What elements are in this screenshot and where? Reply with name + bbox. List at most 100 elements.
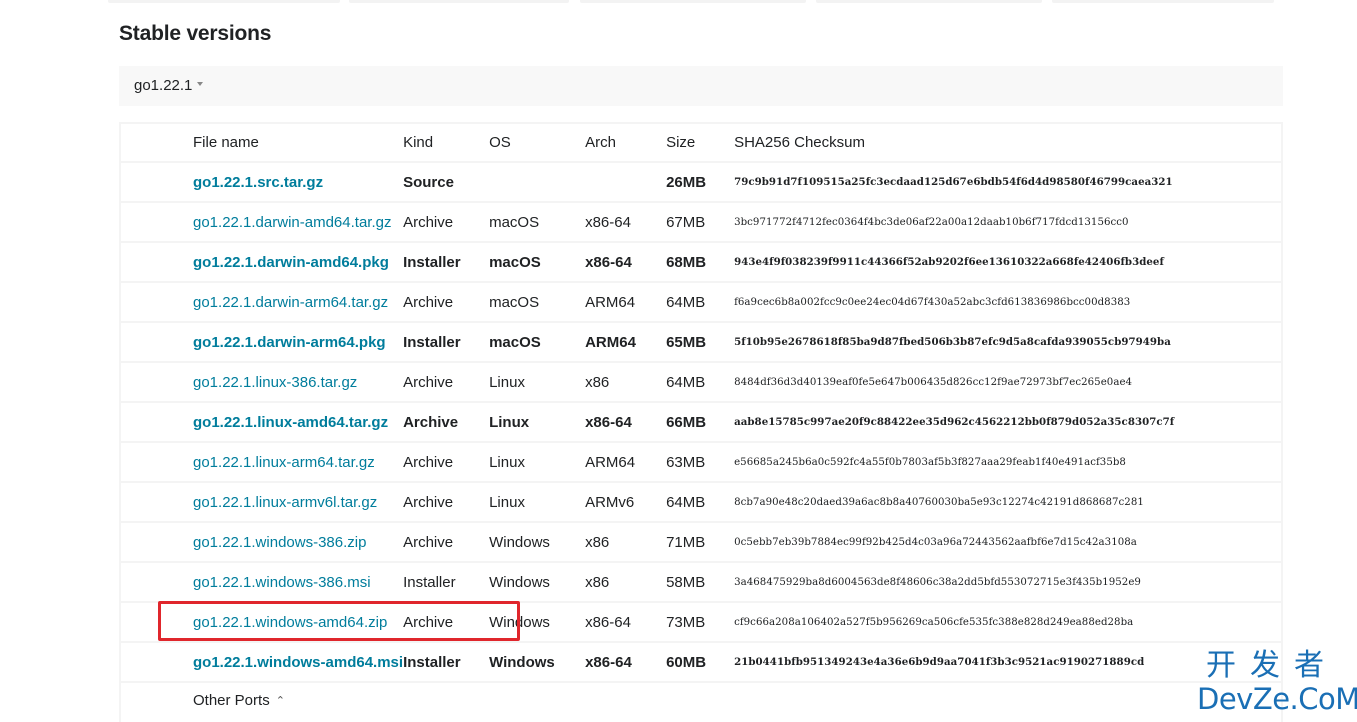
size-cell: 58MB [666, 562, 735, 603]
file-name-cell: go1.22.1.src.tar.gz [121, 162, 404, 203]
table-row: go1.22.1.linux-amd64.tar.gz Archive Linux x… [121, 402, 1281, 443]
arch-cell: x86-64 [585, 402, 667, 443]
file-download-link[interactable]: go1.22.1.windows-amd64.zip [193, 614, 387, 631]
sha256-cell: 8cb7a90e48c20daed39a6ac8b8a40760030ba5e9… [734, 482, 1281, 523]
version-dropdown[interactable]: go1.22.1 [134, 77, 204, 94]
sha256-cell: 3bc971772f4712fec0364f4bc3de06af22a00a12… [734, 202, 1281, 243]
size-cell: 71MB [666, 522, 735, 563]
size-cell: 63MB [666, 442, 735, 483]
arch-cell: x86-64 [585, 242, 667, 283]
arch-cell: x86 [585, 562, 667, 603]
file-download-link[interactable]: go1.22.1.linux-armv6l.tar.gz [193, 494, 377, 511]
table-header-row: File name Kind OS Arch Size SHA256 Check… [121, 124, 1281, 163]
kind-cell: Installer [403, 322, 490, 363]
os-cell: Linux [489, 362, 586, 403]
sha256-cell: 79c9b91d7f109515a25fc3ecdaad125d67e6bdb5… [734, 162, 1281, 203]
size-cell: 64MB [666, 482, 735, 523]
sha256-cell: 8484df36d3d40139eaf0fe5e647b006435d826cc… [734, 362, 1281, 403]
table-row: go1.22.1.linux-arm64.tar.gz Archive Linux A… [121, 442, 1281, 483]
os-cell: macOS [489, 202, 586, 243]
file-download-link[interactable]: go1.22.1.windows-386.zip [193, 534, 366, 551]
file-download-link[interactable]: go1.22.1.darwin-arm64.pkg [193, 334, 386, 351]
file-download-link[interactable]: go1.22.1.windows-386.msi [193, 574, 371, 591]
table-row: go1.22.1.darwin-amd64.tar.gz Archive macOS… [121, 202, 1281, 243]
file-name-cell: go1.22.1.darwin-amd64.pkg [121, 242, 404, 283]
downloads-table-container: File name Kind OS Arch Size SHA256 Check… [119, 122, 1283, 722]
os-cell: Linux [489, 442, 586, 483]
header-kind: Kind [403, 124, 490, 163]
kind-cell: Archive [403, 282, 490, 323]
arch-cell [585, 162, 667, 203]
size-cell: 68MB [666, 242, 735, 283]
size-cell: 60MB [666, 642, 735, 683]
other-ports-label: Other Ports [193, 692, 270, 709]
top-tab-strip [0, 0, 1357, 4]
arch-cell: ARM64 [585, 442, 667, 483]
file-download-link[interactable]: go1.22.1.src.tar.gz [193, 174, 323, 191]
sha256-cell: 21b0441bfb951349243e4a36e6b9d9aa7041f3b3… [734, 642, 1281, 683]
table-row: go1.22.1.darwin-amd64.pkg Installer macOS x… [121, 242, 1281, 283]
size-cell: 64MB [666, 282, 735, 323]
kind-cell: Archive [403, 442, 490, 483]
os-cell: Linux [489, 482, 586, 523]
file-name-cell: go1.22.1.linux-arm64.tar.gz [121, 442, 404, 483]
table-row: go1.22.1.windows-386.zip Archive Windows x8… [121, 522, 1281, 563]
top-tab[interactable] [816, 0, 1042, 3]
arch-cell: ARM64 [585, 282, 667, 323]
os-cell: macOS [489, 282, 586, 323]
file-download-link[interactable]: go1.22.1.linux-386.tar.gz [193, 374, 357, 391]
sha256-cell: aab8e15785c997ae20f9c88422ee35d962c45622… [734, 402, 1281, 443]
file-download-link[interactable]: go1.22.1.windows-amd64.msi [193, 654, 403, 671]
file-name-cell: go1.22.1.linux-armv6l.tar.gz [121, 482, 404, 523]
file-name-cell: go1.22.1.darwin-amd64.tar.gz [121, 202, 404, 243]
table-row: go1.22.1.windows-386.msi Installer Windows… [121, 562, 1281, 603]
table-row: go1.22.1.darwin-arm64.pkg Installer macOS A… [121, 322, 1281, 363]
sha256-cell: cf9c66a208a106402a527f5b956269ca506cfe53… [734, 602, 1281, 643]
header-arch: Arch [585, 124, 667, 163]
file-name-cell: go1.22.1.windows-386.zip [121, 522, 404, 563]
arch-cell: x86-64 [585, 642, 667, 683]
kind-cell: Installer [403, 562, 490, 603]
table-row: go1.22.1.linux-386.tar.gz Archive Linux x86… [121, 362, 1281, 403]
os-cell: macOS [489, 322, 586, 363]
os-cell [489, 162, 586, 203]
arch-cell: ARM64 [585, 322, 667, 363]
kind-cell: Installer [403, 642, 490, 683]
top-tab[interactable] [1052, 0, 1274, 3]
sha256-cell: f6a9cec6b8a002fcc9c0ee24ec04d67f430a52ab… [734, 282, 1281, 323]
kind-cell: Installer [403, 242, 490, 283]
header-file-name: File name [121, 124, 404, 163]
os-cell: macOS [489, 242, 586, 283]
sha256-cell: e56685a245b6a0c592fc4a55f0b7803af5b3f827… [734, 442, 1281, 483]
arch-cell: x86-64 [585, 602, 667, 643]
kind-cell: Archive [403, 482, 490, 523]
top-tab[interactable] [349, 0, 569, 3]
sha256-cell: 5f10b95e2678618f85ba9d87fbed506b3b87efc9… [734, 322, 1281, 363]
arch-cell: x86 [585, 362, 667, 403]
os-cell: Windows [489, 562, 586, 603]
arch-cell: ARMv6 [585, 482, 667, 523]
file-download-link[interactable]: go1.22.1.darwin-amd64.pkg [193, 254, 389, 271]
file-download-link[interactable]: go1.22.1.linux-amd64.tar.gz [193, 414, 388, 431]
file-download-link[interactable]: go1.22.1.darwin-amd64.tar.gz [193, 214, 391, 231]
top-tab[interactable] [580, 0, 806, 3]
arch-cell: x86 [585, 522, 667, 563]
top-tab[interactable] [108, 0, 340, 3]
kind-cell: Archive [403, 202, 490, 243]
file-name-cell: go1.22.1.windows-amd64.msi [121, 642, 404, 683]
kind-cell: Archive [403, 402, 490, 443]
version-dropdown-value: go1.22.1 [134, 77, 193, 94]
file-download-link[interactable]: go1.22.1.darwin-arm64.tar.gz [193, 294, 388, 311]
sha256-cell: 943e4f9f038239f9911c44366f52ab9202f6ee13… [734, 242, 1281, 283]
os-cell: Windows [489, 642, 586, 683]
size-cell: 67MB [666, 202, 735, 243]
header-sha256: SHA256 Checksum [734, 124, 1281, 163]
os-cell: Linux [489, 402, 586, 443]
chevron-up-icon: ⌃ [275, 695, 285, 707]
table-row: go1.22.1.linux-armv6l.tar.gz Archive Linux… [121, 482, 1281, 523]
other-ports-toggle[interactable]: Other Ports ⌃ [193, 692, 285, 709]
kind-cell: Archive [403, 362, 490, 403]
version-bar: go1.22.1 [119, 66, 1283, 106]
downloads-table: File name Kind OS Arch Size SHA256 Check… [121, 124, 1281, 683]
file-download-link[interactable]: go1.22.1.linux-arm64.tar.gz [193, 454, 375, 471]
